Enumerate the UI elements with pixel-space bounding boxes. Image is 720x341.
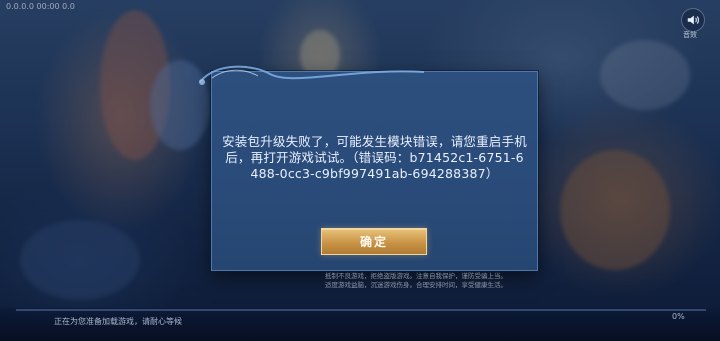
error-message: 安装包升级失败了，可能发生模块错误，请您重启手机后，再打开游戏试试。（错误码：b… bbox=[222, 134, 527, 181]
health-notice-line: 抵制不良游戏，拒绝盗版游戏。注意自我保护，谨防受骗上当。 bbox=[325, 272, 507, 280]
sound-toggle-button[interactable] bbox=[681, 8, 705, 32]
dialog-swirl-ornament bbox=[199, 65, 425, 85]
health-notice-line: 适度游戏益脑，沉迷游戏伤身。合理安排时间，享受健康生活。 bbox=[325, 281, 507, 289]
speaker-icon bbox=[687, 15, 699, 25]
progress-track bbox=[16, 309, 706, 311]
status-text: 0.0.0.0 00:00 0.0 bbox=[6, 2, 75, 11]
loading-percent: 0% bbox=[672, 312, 685, 321]
sound-label: 音效 bbox=[683, 31, 697, 39]
health-notice: 抵制不良游戏，拒绝盗版游戏。注意自我保护，谨防受骗上当。 适度游戏益脑，沉迷游戏… bbox=[196, 272, 636, 290]
error-dialog: 安装包升级失败了，可能发生模块错误，请您重启手机后，再打开游戏试试。（错误码：b… bbox=[199, 65, 538, 271]
loading-status-text: 正在为您准备加载游戏，请耐心等候 bbox=[54, 317, 182, 326]
confirm-button[interactable]: 确定 bbox=[321, 228, 427, 255]
